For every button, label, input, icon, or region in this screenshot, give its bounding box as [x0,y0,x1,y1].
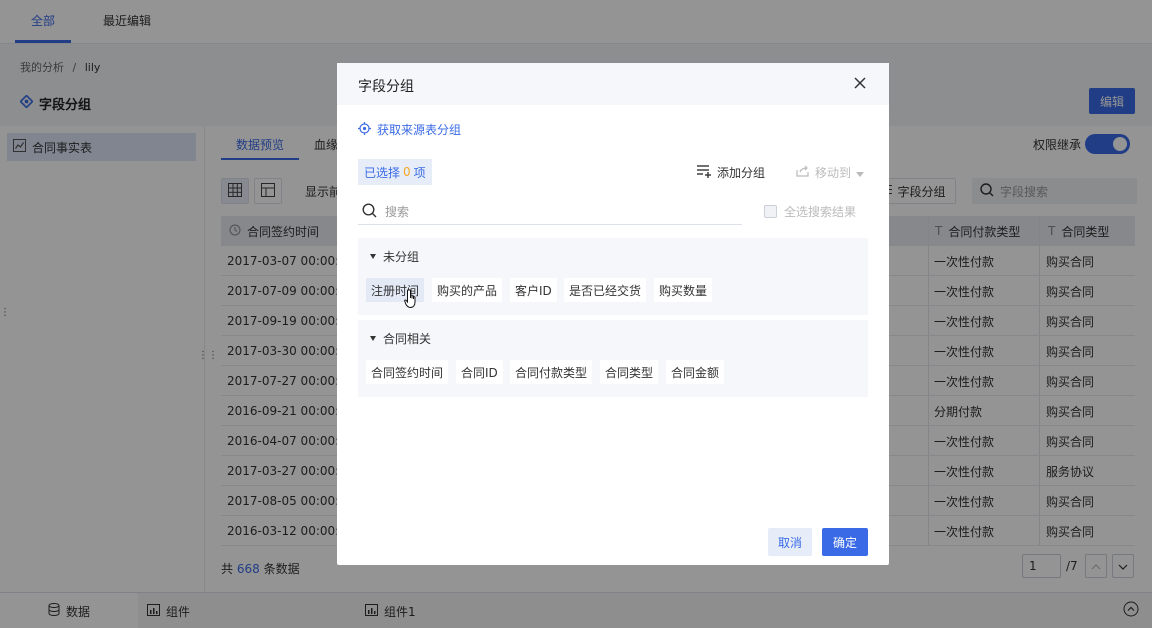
target-icon [358,121,371,138]
field-chip[interactable]: 购买的产品 [432,278,503,302]
field-chip[interactable]: 购买数量 [654,278,713,302]
selected-count-badge: 已选择 0 项 [358,159,432,185]
hand-cursor-icon [404,289,420,312]
selected-suffix: 项 [413,165,426,180]
selected-count: 0 [403,165,411,179]
group-name: 未分组 [383,250,420,264]
group-name: 合同相关 [383,332,432,346]
caret-down-icon [856,166,865,180]
field-chip[interactable]: 客户ID [510,278,557,302]
dialog-title: 字段分组 [358,79,414,95]
select-all-checkbox[interactable] [764,205,777,218]
field-chip[interactable]: 是否已经交货 [564,278,647,302]
dialog-search-placeholder: 搜索 [385,205,410,219]
collapse-triangle-icon [370,254,376,259]
group-ungrouped: 未分组 注册时间 购买的产品 客户ID 是否已经交货 购买数量 [358,238,868,315]
group-header[interactable]: 合同相关 [370,330,431,347]
add-group-label: 添加分组 [717,166,766,180]
fetch-source-groups-label: 获取来源表分组 [377,123,462,137]
search-icon [362,202,377,221]
group-header[interactable]: 未分组 [370,248,419,265]
selected-prefix: 已选择 [364,165,401,180]
field-chip[interactable]: 合同签约时间 [366,360,449,384]
field-group-dialog: 字段分组 获取来源表分组 已选择 0 项 添加分组 移动到 搜索 全选搜索结果 … [337,63,889,565]
cancel-button[interactable]: 取消 [768,528,812,556]
group-contract: 合同相关 合同签约时间 合同ID 合同付款类型 合同类型 合同金额 [358,320,868,397]
field-chip[interactable]: 合同ID [456,360,503,384]
select-all-label: 全选搜索结果 [784,205,857,219]
move-to-label: 移动到 [815,166,852,180]
add-group-button[interactable]: 添加分组 [697,164,765,181]
dialog-header: 字段分组 [337,63,889,105]
app-root: 全部 最近编辑 我的分析 / lily 字段分组 编辑 合同事实表 ⋮ 数据预览… [0,0,1152,628]
fetch-source-groups-link[interactable]: 获取来源表分组 [358,121,461,138]
field-chip[interactable]: 合同付款类型 [510,360,593,384]
move-icon [796,165,810,180]
select-all-search-results[interactable]: 全选搜索结果 [764,203,856,220]
confirm-button[interactable]: 确定 [822,528,868,556]
collapse-triangle-icon [370,336,376,341]
move-to-button[interactable]: 移动到 [796,164,865,181]
dialog-search-input[interactable]: 搜索 [358,199,742,225]
field-chip[interactable]: 合同金额 [666,360,725,384]
close-button[interactable] [851,75,869,93]
field-chip[interactable]: 合同类型 [600,360,659,384]
add-group-icon [697,164,712,181]
close-icon [854,76,866,92]
